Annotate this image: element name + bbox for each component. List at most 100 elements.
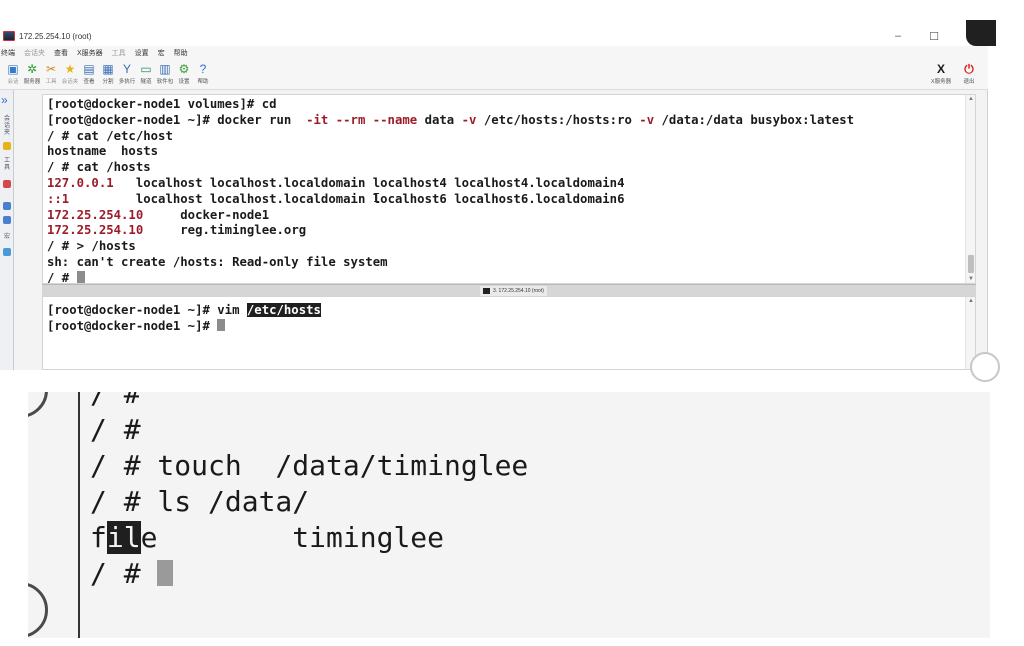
terminal-text: ::1 (47, 191, 70, 206)
toolbar-button[interactable]: ? 帮助 (192, 62, 214, 89)
terminal-line: [root@docker-node1 volumes]# cd (47, 97, 854, 113)
terminal-text: / # touch /data/timinglee (90, 449, 529, 482)
terminal-text: -v (461, 112, 477, 127)
toolbar-button-label: 工具 (45, 79, 57, 85)
menu-item[interactable]: 会话夹 (24, 48, 45, 58)
toolbar: ▣ 会话 ✲ 服务器 ✂ 工具 ★ 会话夹 ▤ 查看 ▦ 分割 Y 多执行 ▭ 隧道 ▥ 软件包 ⚙ 设置? 帮助 X X服… (0, 60, 988, 90)
menu-item[interactable]: 帮助 (174, 48, 188, 58)
toolbar-button-label: 会话夹 (61, 79, 79, 85)
terminal-text: -v (639, 112, 655, 127)
zoomed-terminal-output: / # / # / # touch /data/timinglee / # ls /d… (90, 392, 528, 592)
pane-divider[interactable]: 3. 172.25.254.10 (root) (42, 284, 976, 296)
star-icon: ★ (64, 62, 76, 76)
toolbar-button-label: X服务器 (930, 79, 952, 85)
toolbar-button-label: 退出 (963, 79, 975, 85)
terminal-text: 172.25.254.10 (47, 207, 144, 222)
terminal-text: / # cat /etc/host (47, 128, 173, 143)
terminal-pane-bottom[interactable]: [root@docker-node1 ~]# vim /etc/hosts [ro… (42, 296, 976, 370)
pen-icon (3, 216, 11, 224)
terminal-cursor (217, 318, 226, 331)
terminal-line: [root@docker-node1 ~]# docker run -it --… (47, 113, 854, 129)
scroll-down-icon[interactable]: ▼ (968, 276, 974, 282)
macro-icon (3, 248, 11, 256)
terminal-text: localhost localhost (69, 191, 277, 206)
terminal-line: / # ls /data/ (90, 484, 528, 520)
tools-icon: ✂ (45, 62, 57, 76)
terminal-text: / # > /hosts (47, 239, 136, 254)
pane-border (78, 392, 80, 638)
menu-item[interactable]: X服务器 (77, 48, 103, 58)
terminal-line: 127.0.0.1 localhost localhost.localdomai… (47, 176, 854, 192)
terminal-text: 172.25.254.10 (47, 223, 144, 238)
selected-text: /etc/hosts (246, 303, 321, 317)
toolbar-button[interactable]: ⏻ 退出 (958, 62, 980, 89)
terminal-line: / # (90, 556, 528, 592)
overlay-corner (966, 20, 996, 46)
terminal-text: / # ls /data/ (90, 485, 310, 518)
help-icon: ? (199, 62, 207, 76)
scrollbar[interactable]: ▲ ▼ (965, 95, 975, 283)
terminal-line: ::1 localhost localhost.localdomain loca… (47, 192, 854, 208)
sidebar-item-sessions[interactable]: 会话夹 (2, 116, 12, 137)
sidebar-item-macros[interactable]: 宏 (2, 234, 12, 241)
terminal-text: data (417, 112, 462, 127)
terminal-text: .localdomain localhost4 localhost4.local… (276, 175, 625, 190)
minimize-button[interactable]: – (880, 26, 916, 46)
expand-chevron-icon[interactable]: » (1, 94, 8, 106)
menu-item[interactable]: 终端 (1, 48, 15, 58)
terminal-output[interactable]: [root@docker-node1 volumes]# cd [root@doc… (47, 97, 854, 283)
terminal-output[interactable]: [root@docker-node1 ~]# vim /etc/hosts [ro… (47, 303, 321, 335)
terminal-app-window: 172.25.254.10 (root) – ☐ ✕ 终端会话夹查看X服务器工具… (0, 20, 996, 370)
toolbar-button[interactable]: X X服务器 (930, 62, 952, 89)
menu-item[interactable]: 查看 (54, 48, 68, 58)
toolbar-button-label: 软件包 (156, 79, 174, 85)
pane-tab-label: 3. 172.25.254.10 (root) (493, 288, 544, 294)
x-server-icon: X (936, 62, 945, 76)
decorative-arc (28, 392, 48, 418)
terminal-line: / # cat /hosts (47, 160, 854, 176)
terminal-text: / # (90, 557, 158, 590)
package-icon: ▥ (159, 62, 171, 76)
menu-item[interactable]: 宏 (158, 48, 165, 58)
terminal-text: [root@docker-node1 ~]# (47, 318, 218, 333)
terminal-text: / # (90, 392, 141, 410)
terminal-text: [root@docker-node1 ~]# docker run (47, 112, 307, 127)
tunnel-icon: ▭ (140, 62, 152, 76)
terminal-text: [root@docker-node1 ~]# vim (47, 303, 247, 317)
toolbar-button-label: 设置 (178, 79, 190, 85)
toolbar-button-label: 多执行 (118, 79, 136, 85)
zoomed-terminal-inset: / # / # / # touch /data/timinglee / # ls /d… (28, 392, 990, 638)
terminal-line: / # (90, 392, 528, 412)
scroll-up-icon[interactable]: ▲ (968, 96, 974, 102)
split-icon: ▦ (102, 62, 114, 76)
text-cursor-icon: I (373, 191, 381, 205)
scroll-up-icon[interactable]: ▲ (968, 298, 974, 304)
terminal-text: .localdomain localhost6 localhost6.local… (276, 191, 625, 206)
terminal-pane-top[interactable]: [root@docker-node1 volumes]# cd [root@doc… (42, 94, 976, 284)
window-title: 172.25.254.10 (root) (19, 31, 92, 41)
terminal-text: e timinglee (140, 521, 445, 554)
view-icon: ▤ (83, 62, 95, 76)
settings-icon: ⚙ (178, 62, 190, 76)
server-icon: ✲ (26, 62, 38, 76)
terminal-text: hostname hosts (47, 144, 159, 159)
maximize-button[interactable]: ☐ (916, 26, 952, 46)
star-icon (3, 142, 11, 150)
sidebar-item-tools[interactable]: 工具 (2, 158, 12, 172)
menu-item[interactable]: 设置 (135, 48, 149, 58)
terminal-text: -it --rm --name (306, 112, 418, 127)
wrench-icon (3, 202, 11, 210)
terminal-text: / # cat /hosts (47, 160, 151, 175)
pane-tab[interactable]: 3. 172.25.254.10 (root) (480, 286, 547, 296)
toolbar-button-label: 查看 (83, 79, 95, 85)
terminal-line: [root@docker-node1 ~]# (47, 318, 321, 335)
terminal-text: / # (90, 413, 141, 446)
menu-item[interactable]: 工具 (112, 48, 126, 58)
terminal-line: hostname hosts (47, 144, 854, 160)
scroll-thumb[interactable] (968, 255, 974, 273)
toolbar-button-label: 会话 (7, 79, 19, 85)
terminal-text: reg.timinglee.org (143, 223, 307, 238)
terminal-text: docker-node1 (143, 207, 270, 222)
title-bar: 172.25.254.10 (root) – ☐ ✕ (0, 20, 996, 46)
terminal-line: / # (47, 270, 854, 283)
